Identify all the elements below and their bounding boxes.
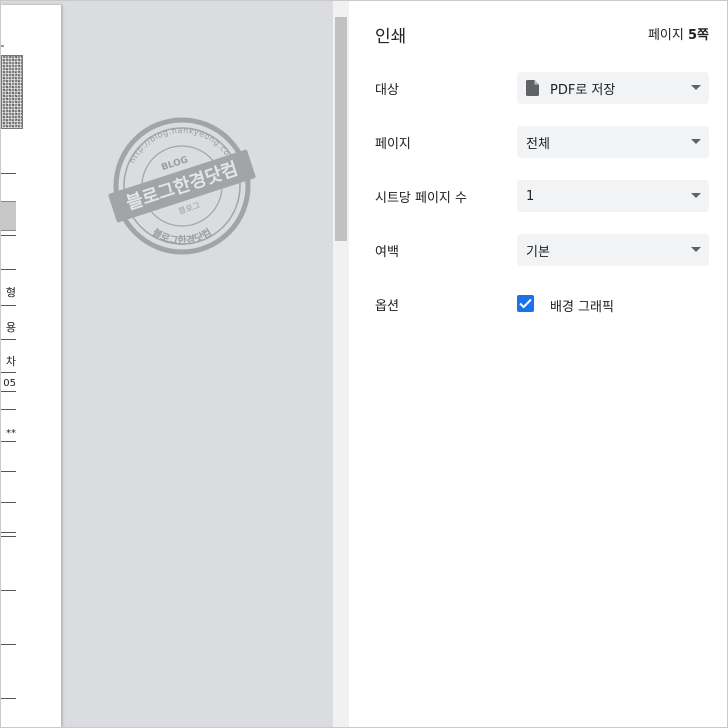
watermark-sub-top: BLOG [160,155,189,173]
pages-select[interactable]: 전체 [517,126,709,158]
watermark-stamp: http://blog.hankyeong.com 블로그한경닷컴 블로그한경닷… [108,117,256,255]
sheet-line [1,536,16,537]
watermark-main-text: 블로그한경닷컴 [124,159,241,215]
background-graphics-label[interactable]: 배경 그래픽 [550,296,614,315]
sheet-line [1,590,16,591]
watermark-ring-bottom: 블로그한경닷컴 [150,227,214,247]
sheet-line [1,173,16,174]
page-count-value: 5쪽 [687,28,709,43]
destination-select[interactable]: PDF로 저장 [517,72,709,104]
pages-per-sheet-label: 시트당 페이지 수 [375,191,467,206]
sheet-line [1,235,16,236]
pages-label: 페이지 [375,137,411,152]
sheet-line [1,644,16,645]
destination-value: PDF로 저장 [550,82,616,98]
scrollbar-thumb[interactable] [335,17,347,241]
svg-text:블로그한경닷컴: 블로그한경닷컴 [150,227,214,247]
sheet-line [1,391,16,392]
pages-per-sheet-value: 1 [526,188,535,204]
watermark-sub-mid: 블로그 [177,200,201,216]
sheet-mark [1,45,4,47]
chevron-down-icon [691,247,701,252]
sheet-line [1,372,16,373]
sheet-text: 차 [5,355,16,368]
margins-select[interactable]: 기본 [517,234,709,266]
sheet-line [1,339,16,340]
sheet-header-cell [1,201,16,231]
document-icon [526,80,539,96]
margins-value: 기본 [526,244,550,260]
chevron-down-icon [691,85,701,90]
sheet-text: 형 [5,286,16,299]
sheet-text: 용 [5,321,16,334]
sheet-line [1,698,16,699]
sheet-line [1,305,16,306]
svg-text:http://blog.hankyeong.com: http://blog.hankyeong.com [128,126,237,165]
preview-scrollbar[interactable] [333,1,349,727]
preview-page-sheet: 형 용 차 05 ** [1,5,61,727]
qr-code-image [1,55,23,129]
chevron-down-icon [691,139,701,144]
destination-label: 대상 [375,83,399,98]
sheet-text: ** [6,428,16,439]
sheet-line [1,441,16,442]
options-label: 옵션 [375,299,399,314]
sheet-line [1,269,16,270]
sheet-line [1,532,16,533]
background-graphics-checkbox[interactable] [517,295,534,312]
watermark-ring-top: http://blog.hankyeong.com [128,126,236,165]
margins-label: 여백 [375,245,399,260]
sheet-line [1,502,16,503]
sheet-line [1,471,16,472]
print-settings-panel: 인쇄 페이지 5쪽 대상 PDF로 저장 페이지 전체 시트당 페이지 수 1 … [349,1,727,727]
checkmark-icon [519,298,532,309]
chevron-down-icon [691,193,701,198]
print-preview-area[interactable]: 형 용 차 05 ** http://blog.hankyeong.com 블로… [1,1,333,727]
pages-value: 전체 [526,136,550,152]
page-count: 페이지 5쪽 [648,24,709,43]
pages-per-sheet-select[interactable]: 1 [517,180,709,212]
sheet-line [1,409,16,410]
page-count-prefix: 페이지 [647,28,688,43]
sheet-text: 05 [3,378,16,389]
print-title: 인쇄 [375,27,407,47]
